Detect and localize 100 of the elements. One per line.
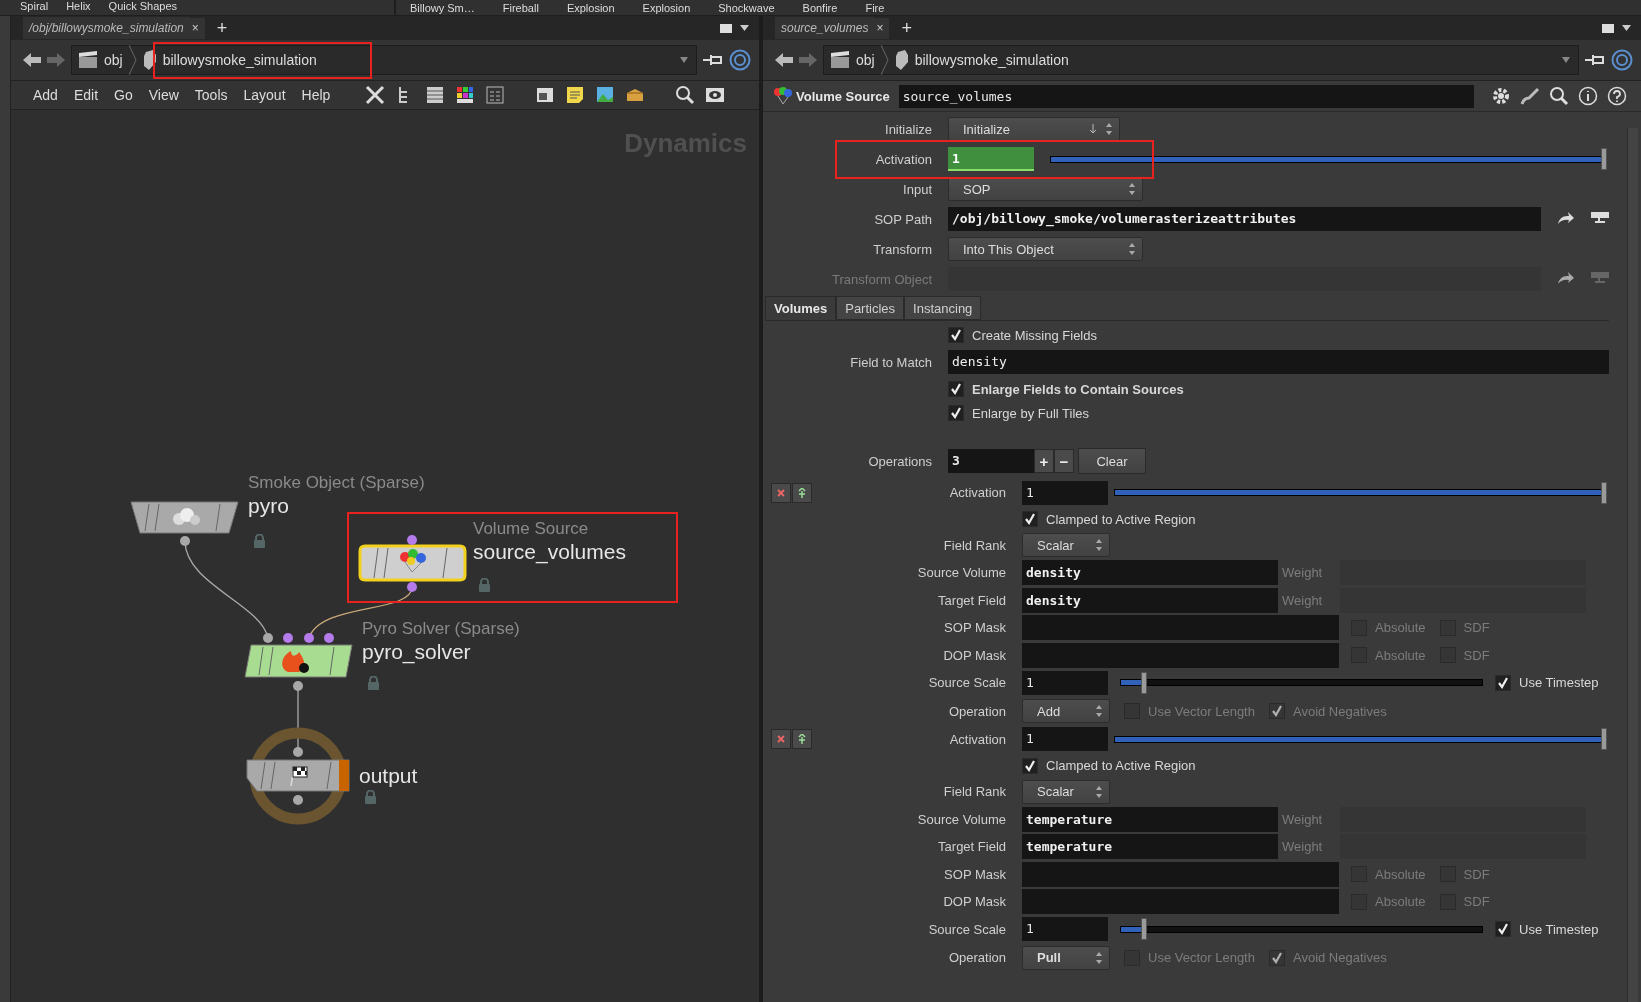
path-segment[interactable]: billowysmoke_simulation [162, 52, 317, 68]
delete-button[interactable] [771, 482, 791, 503]
note-icon[interactable] [565, 85, 586, 105]
menu-item[interactable]: Help [293, 87, 339, 103]
new-tab-button[interactable]: + [216, 17, 228, 39]
slider-handle[interactable] [1601, 148, 1607, 170]
list-icon[interactable] [425, 85, 446, 105]
slider-handle[interactable] [1601, 481, 1607, 504]
pane-layout-icon[interactable] [1602, 23, 1614, 33]
dropdown-menu[interactable]: Scalar [1022, 533, 1110, 558]
close-tab-button[interactable]: × [874, 17, 890, 39]
checkbox[interactable] [948, 405, 964, 421]
dropdown-menu[interactable]: Scalar [1022, 779, 1110, 804]
target-icon[interactable] [1611, 49, 1633, 71]
folder-tab[interactable]: Particles [836, 296, 905, 320]
shelf-tool[interactable]: Spiral [20, 0, 49, 15]
slider[interactable] [1050, 148, 1607, 170]
shelf-tool[interactable]: Bonfire [802, 2, 838, 15]
pane-tab[interactable]: /obj/billowysmoke_simulation [23, 17, 190, 39]
pin-icon[interactable] [703, 53, 723, 67]
dropdown-caret-icon[interactable] [740, 25, 749, 31]
menu-item[interactable]: Layout [235, 87, 294, 103]
search-icon[interactable] [675, 85, 696, 105]
menu-item[interactable]: View [140, 87, 187, 103]
menu-item[interactable]: Tools [186, 87, 236, 103]
slider-handle[interactable] [1141, 918, 1148, 941]
menu-item[interactable]: Edit [65, 87, 107, 103]
text-field[interactable] [1022, 861, 1339, 887]
input-dot[interactable] [324, 633, 334, 643]
dropdown-caret-icon[interactable] [680, 57, 688, 63]
input-dot[interactable] [263, 633, 273, 643]
gear-icon[interactable] [1491, 86, 1511, 106]
text-field[interactable] [1022, 889, 1339, 915]
checkbox[interactable] [948, 327, 964, 343]
brush-icon[interactable] [1520, 86, 1540, 106]
grid-icon[interactable] [485, 85, 506, 105]
shelf-tool[interactable]: Quick Shapes [108, 0, 178, 15]
slider-handle[interactable] [1141, 671, 1148, 694]
dropdown-menu[interactable]: SOP [948, 177, 1143, 201]
scrollbar[interactable] [1627, 128, 1638, 1002]
output-dot[interactable] [293, 681, 303, 691]
dropdown-caret-icon[interactable] [1562, 57, 1570, 63]
add-button[interactable]: + [1034, 449, 1054, 473]
back-icon[interactable] [775, 53, 793, 67]
shelf-tool[interactable]: Fire [865, 2, 885, 15]
checkbox[interactable] [1495, 921, 1511, 938]
dropdown-caret-icon[interactable] [1622, 25, 1631, 31]
pane-layout-icon[interactable] [720, 23, 732, 33]
checkbox[interactable] [1268, 703, 1285, 719]
folder-tab[interactable]: Volumes [765, 296, 837, 320]
color-grid-icon[interactable] [455, 85, 476, 105]
back-icon[interactable] [23, 53, 41, 67]
pane-tab[interactable]: source_volumes [775, 17, 875, 39]
input-dot[interactable] [407, 535, 417, 545]
checkbox[interactable] [1495, 674, 1511, 691]
path-segment[interactable]: obj [104, 52, 123, 68]
shelf-tool[interactable]: Explosion [642, 2, 691, 15]
delete-button[interactable] [771, 729, 791, 750]
dropdown-menu[interactable]: Into This Object [948, 237, 1143, 261]
folder-tab[interactable]: Instancing [904, 296, 982, 320]
text-field[interactable] [1022, 642, 1339, 668]
value-field[interactable]: 1 [948, 147, 1034, 171]
slider[interactable] [1114, 728, 1607, 751]
value-field[interactable]: 1 [1022, 670, 1108, 695]
checkbox[interactable] [1022, 511, 1038, 527]
checkbox[interactable] [1268, 949, 1285, 966]
pin-icon[interactable] [1585, 53, 1605, 67]
input-dot[interactable] [283, 633, 293, 643]
dropdown-menu[interactable]: Add [1022, 699, 1110, 723]
clear-button[interactable]: Clear [1078, 448, 1146, 474]
value-field[interactable]: 1 [1022, 917, 1108, 942]
value-field[interactable]: 1 [1022, 480, 1108, 505]
checkbox[interactable] [1022, 757, 1038, 774]
path-segment[interactable]: obj [856, 52, 875, 68]
insert-button[interactable] [792, 482, 812, 503]
tools-icon[interactable] [365, 85, 386, 105]
network-node[interactable] [246, 759, 350, 792]
slider[interactable] [1120, 671, 1483, 694]
shelf-tool[interactable]: Helix [66, 0, 91, 15]
menu-item[interactable]: Add [25, 87, 66, 103]
jump-arrow-icon[interactable] [1557, 212, 1575, 226]
path-bar[interactable]: obj billowysmoke_simulation [823, 45, 1579, 75]
value-field[interactable]: 1 [1022, 727, 1108, 752]
path-bar[interactable]: obj billowysmoke_simulation [71, 45, 697, 75]
info-icon[interactable] [1578, 86, 1598, 106]
shelf-tool[interactable]: Explosion [566, 2, 615, 15]
node-name-field[interactable]: source_volumes [898, 84, 1474, 108]
help-icon[interactable] [1607, 86, 1627, 106]
slider[interactable] [1120, 918, 1483, 941]
remove-button[interactable]: − [1054, 449, 1074, 473]
checkbox[interactable] [948, 381, 964, 397]
shelf-tool[interactable]: Fireball [502, 2, 539, 15]
dropdown-menu[interactable]: Initialize [948, 117, 1120, 141]
search-icon[interactable] [1549, 86, 1569, 106]
slider[interactable] [1114, 481, 1607, 504]
menu-item[interactable]: Go [106, 87, 141, 103]
text-field[interactable] [1022, 615, 1339, 641]
output-dot[interactable] [407, 582, 417, 592]
shelf-tool[interactable]: Billowy Sm… [410, 2, 475, 15]
text-field[interactable]: temperature [1022, 834, 1278, 860]
